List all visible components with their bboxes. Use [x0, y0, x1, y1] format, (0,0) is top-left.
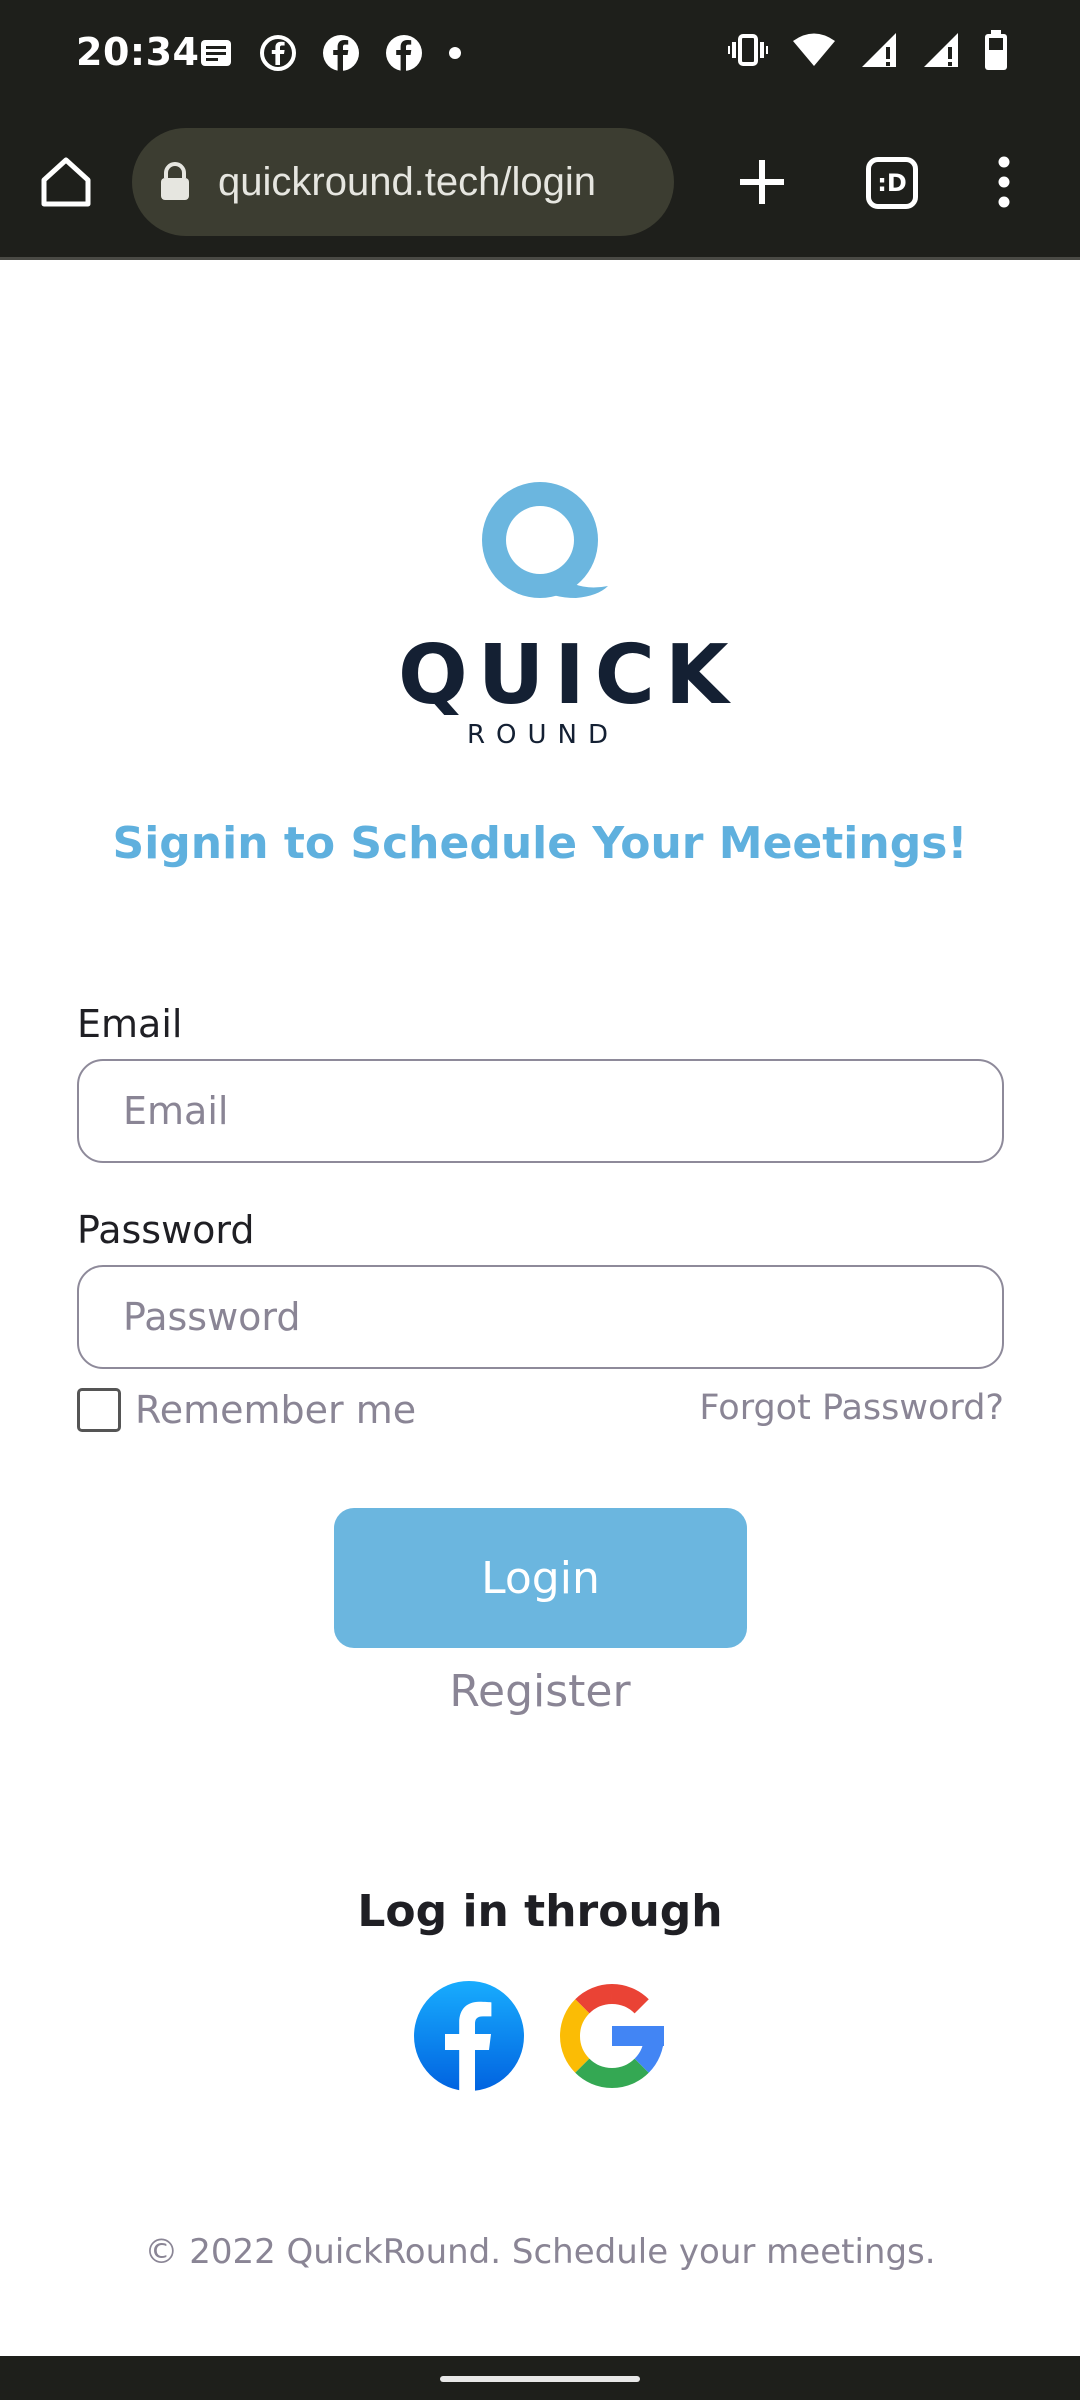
- browser-toolbar: quickround.tech/login :D: [0, 110, 1080, 260]
- logo-wordmark-round: ROUND: [466, 720, 620, 750]
- register-link[interactable]: Register: [0, 1666, 1080, 1717]
- facebook-outline-icon: [260, 35, 296, 71]
- wifi-icon: [793, 33, 835, 66]
- toolbar-divider: [0, 257, 1080, 260]
- facebook-icon[interactable]: [413, 1980, 525, 2092]
- remember-me-label[interactable]: Remember me: [135, 1388, 416, 1432]
- password-label: Password: [77, 1208, 255, 1252]
- home-icon[interactable]: [36, 152, 96, 212]
- tab-switcher-button[interactable]: :D: [866, 157, 918, 209]
- forgot-password-link[interactable]: Forgot Password?: [699, 1388, 1004, 1428]
- vibrate-icon: [728, 34, 768, 66]
- notification-icons: [198, 34, 462, 72]
- page-title: Signin to Schedule Your Meetings!: [112, 818, 968, 869]
- status-time: 20:34: [76, 30, 200, 74]
- logo-q-icon: [482, 482, 608, 598]
- lock-icon: [161, 162, 189, 200]
- news-icon: [201, 40, 231, 66]
- email-field[interactable]: [77, 1059, 1004, 1163]
- remember-me-row: Remember me: [77, 1388, 416, 1432]
- dot-icon: [449, 47, 461, 59]
- address-bar[interactable]: quickround.tech/login: [132, 128, 674, 236]
- password-field[interactable]: [77, 1265, 1004, 1369]
- signal-icon: [862, 33, 896, 67]
- google-icon[interactable]: [556, 1980, 668, 2092]
- gesture-nav-bar: [0, 2356, 1080, 2400]
- facebook-icon: [323, 35, 359, 71]
- social-login-heading: Log in through: [357, 1886, 723, 1937]
- more-vert-icon[interactable]: [984, 150, 1024, 214]
- status-bar: 20:34: [0, 0, 1080, 110]
- remember-me-checkbox[interactable]: [77, 1388, 121, 1432]
- url-text: quickround.tech/login: [218, 159, 597, 204]
- home-gesture-handle[interactable]: [440, 2376, 640, 2382]
- signal-icon: [924, 33, 958, 67]
- footer-text: © 2022 QuickRound. Schedule your meeting…: [144, 2232, 936, 2272]
- logo-wordmark-quick: QUICK: [398, 628, 739, 723]
- plus-icon[interactable]: [732, 152, 792, 212]
- system-icons: [728, 30, 1008, 70]
- quickround-logo: QUICK ROUND: [398, 470, 739, 750]
- battery-icon: [985, 30, 1007, 70]
- login-button[interactable]: Login: [334, 1508, 747, 1648]
- facebook-icon: [386, 35, 422, 71]
- email-label: Email: [77, 1002, 183, 1046]
